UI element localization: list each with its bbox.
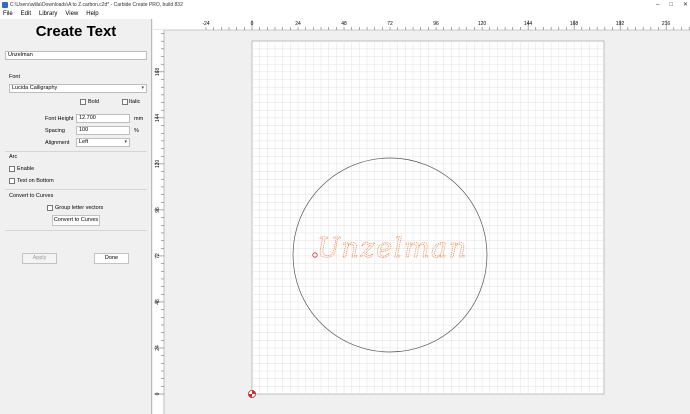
- separator: [5, 189, 147, 190]
- ruler-x-label: -24: [202, 21, 209, 27]
- text-anchor-marker[interactable]: [312, 252, 318, 258]
- group-letter-vectors-label: Group letter vectors: [55, 205, 104, 211]
- window-controls: – □ ✕: [656, 0, 688, 9]
- panel-title: Create Text: [35, 23, 117, 40]
- alignment-label: Alignment: [45, 140, 70, 146]
- ruler-y-label: 168: [155, 68, 161, 77]
- close-icon[interactable]: ✕: [683, 1, 688, 8]
- font-select-value: Lucida Calligraphy: [12, 85, 58, 91]
- alignment-value: Left: [79, 139, 89, 145]
- title-bar: C:\Users\willa\Downloads\A to Z.carbon.c…: [0, 0, 690, 9]
- chevron-down-icon: ▾: [141, 85, 144, 91]
- arc-label: Arc: [9, 154, 18, 160]
- chevron-down-icon: ▾: [124, 139, 127, 145]
- create-text-panel: Create Text Unzelman Font Lucida Calligr…: [0, 19, 152, 414]
- ruler-x-label: 144: [524, 21, 533, 27]
- ruler-y-label: 144: [155, 114, 161, 123]
- ruler-y-label: 96: [155, 207, 161, 213]
- done-button[interactable]: Done: [94, 253, 129, 264]
- ruler-x-label: 96: [433, 21, 439, 27]
- text-input[interactable]: Unzelman: [5, 51, 147, 60]
- menu-file[interactable]: File: [3, 11, 13, 17]
- font-height-label: Font Height: [45, 116, 74, 122]
- ruler-x-label: 72: [387, 21, 393, 27]
- ruler-y-label: 24: [155, 345, 161, 351]
- menu-help[interactable]: Help: [86, 11, 98, 17]
- ruler-y-label: 0: [155, 392, 161, 395]
- design-canvas[interactable]: -24 0 24 48 72 96 120 144 168 192 216 16…: [153, 19, 690, 414]
- menu-bar: File Edit Library View Help: [0, 9, 690, 19]
- font-label: Font: [9, 74, 21, 80]
- ruler-x-label: 216: [662, 21, 671, 27]
- left-ruler: [153, 30, 164, 414]
- group-letter-vectors-checkbox[interactable]: [47, 205, 53, 211]
- canvas-svg[interactable]: -24 0 24 48 72 96 120 144 168 192 216 16…: [153, 19, 690, 414]
- menu-library[interactable]: Library: [39, 11, 57, 17]
- separator: [5, 230, 147, 231]
- maximize-icon[interactable]: □: [669, 2, 673, 8]
- enable-arc-checkbox[interactable]: [9, 166, 15, 172]
- alignment-select[interactable]: Left ▾: [76, 138, 130, 147]
- ruler-y-label: 120: [155, 160, 161, 169]
- origin-marker-icon: [248, 389, 257, 398]
- font-height-field[interactable]: 12.700: [76, 114, 130, 123]
- convert-section-label: Convert to Curves: [9, 193, 54, 199]
- ruler-x-label: 192: [616, 21, 625, 27]
- convert-to-curves-button[interactable]: Convert to Curves: [52, 215, 100, 226]
- spacing-field[interactable]: 100: [76, 126, 130, 135]
- menu-view[interactable]: View: [65, 11, 78, 17]
- bold-checkbox[interactable]: [80, 99, 86, 105]
- ruler-y-label: 48: [155, 299, 161, 305]
- font-select[interactable]: Lucida Calligraphy ▾: [9, 84, 147, 93]
- ruler-x-label: 120: [478, 21, 487, 27]
- spacing-label: Spacing: [45, 128, 65, 134]
- ruler-x-label: 48: [341, 21, 347, 27]
- enable-arc-label: Enable: [17, 166, 35, 172]
- window-title: C:\Users\willa\Downloads\A to Z.carbon.c…: [10, 1, 183, 8]
- italic-label: Italic: [129, 99, 141, 105]
- app-icon: [2, 1, 8, 8]
- italic-checkbox[interactable]: [122, 99, 128, 105]
- canvas-text-vector[interactable]: Unzelman: [317, 233, 468, 265]
- top-ruler: [153, 19, 690, 30]
- font-height-unit: mm: [134, 116, 144, 122]
- ruler-x-label: 24: [295, 21, 301, 27]
- ruler-x-label: 168: [570, 21, 579, 27]
- text-on-bottom-label: Text on Bottom: [17, 178, 54, 184]
- apply-button[interactable]: Apply: [22, 253, 57, 264]
- menu-edit[interactable]: Edit: [21, 11, 31, 17]
- bold-label: Bold: [88, 99, 100, 105]
- ruler-x-label: 0: [251, 21, 254, 27]
- separator: [5, 151, 147, 152]
- ruler-y-label: 72: [155, 253, 161, 259]
- text-on-bottom-checkbox[interactable]: [9, 178, 15, 184]
- spacing-unit: %: [134, 128, 139, 134]
- minimize-icon[interactable]: –: [656, 2, 659, 8]
